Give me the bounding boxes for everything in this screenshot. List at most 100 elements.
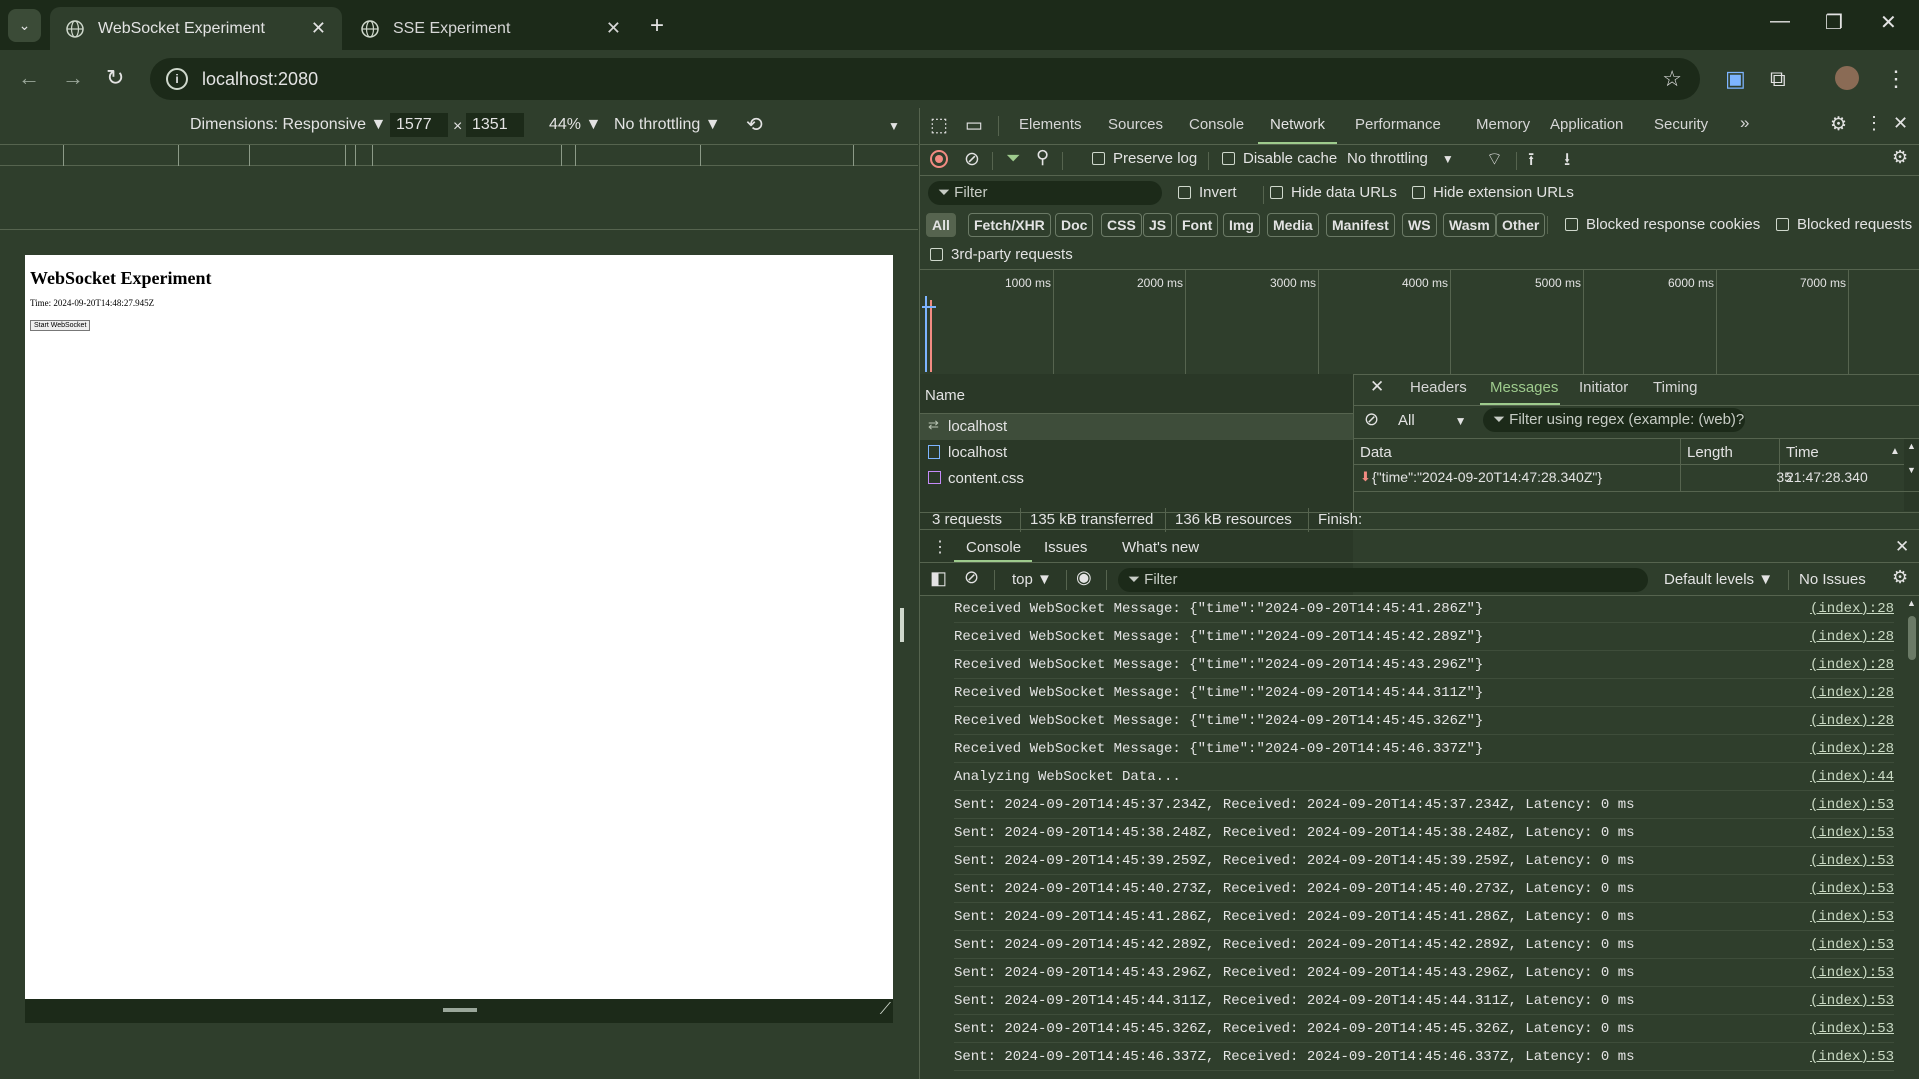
eye-icon[interactable]: ◉: [1076, 567, 1092, 588]
chip-js[interactable]: JS: [1143, 213, 1173, 237]
chip-manifest[interactable]: Manifest: [1326, 213, 1395, 237]
filter-funnel-icon[interactable]: ⏷: [1006, 148, 1020, 169]
console-source-link[interactable]: (index):53: [1810, 1049, 1894, 1065]
chip-doc[interactable]: Doc: [1055, 213, 1094, 237]
clear-icon[interactable]: ⊘: [964, 148, 980, 171]
tab-timing[interactable]: Timing: [1653, 379, 1697, 396]
console-source-link[interactable]: (index):53: [1810, 825, 1894, 841]
chip-media[interactable]: Media: [1267, 213, 1319, 237]
request-row[interactable]: ⇄ localhost: [920, 414, 1353, 440]
console-filter-input[interactable]: ⏷ Filter: [1118, 568, 1648, 592]
close-icon[interactable]: ✕: [311, 18, 326, 39]
restore-icon[interactable]: ❐: [1825, 10, 1843, 35]
upload-icon[interactable]: ⭱: [1528, 147, 1534, 177]
network-throttling-select[interactable]: No throttling ▼: [1347, 150, 1454, 167]
console-source-link[interactable]: (index):53: [1810, 965, 1894, 981]
chip-fetch-xhr[interactable]: Fetch/XHR: [968, 213, 1051, 237]
extensions-puzzle-icon[interactable]: ⧉: [1770, 66, 1786, 92]
hide-extension-urls-checkbox[interactable]: Hide extension URLs: [1412, 184, 1574, 201]
drawer-tab-issues[interactable]: Issues: [1044, 539, 1087, 556]
minimize-icon[interactable]: —: [1770, 10, 1790, 33]
height-input[interactable]: 1351: [466, 113, 524, 137]
tab-initiator[interactable]: Initiator: [1579, 379, 1628, 396]
chip-font[interactable]: Font: [1176, 213, 1219, 237]
tab-sse[interactable]: SSE Experiment ✕: [345, 7, 637, 50]
tab-websocket[interactable]: WebSocket Experiment ✕: [50, 7, 342, 50]
drawer-tab-whats-new[interactable]: What's new: [1122, 539, 1199, 556]
name-column-header[interactable]: Name: [925, 387, 965, 404]
avatar[interactable]: [1835, 66, 1859, 90]
console-source-link[interactable]: (index):53: [1810, 881, 1894, 897]
clear-console-icon[interactable]: ⊘: [964, 567, 979, 588]
tab-security[interactable]: Security: [1654, 116, 1708, 133]
invert-checkbox[interactable]: Invert: [1178, 184, 1237, 201]
console-source-link[interactable]: (index):28: [1810, 629, 1894, 645]
log-levels-select[interactable]: Default levels ▼: [1664, 571, 1773, 588]
drawer-tab-console[interactable]: Console: [966, 539, 1021, 556]
record-icon[interactable]: [930, 150, 948, 168]
drawer-menu-icon[interactable]: ⋮: [932, 537, 948, 557]
chip-wasm[interactable]: Wasm: [1443, 213, 1496, 237]
messages-filter-input[interactable]: ⏷ Filter using regex (example: (web)?: [1483, 408, 1745, 432]
tab-application[interactable]: Application: [1550, 116, 1623, 133]
console-source-link[interactable]: (index):28: [1810, 713, 1894, 729]
sidebar-toggle-icon[interactable]: ◧: [930, 568, 947, 589]
zoom-select[interactable]: 44% ▼: [549, 116, 601, 134]
network-filter-input[interactable]: ⏷ Filter: [928, 181, 1162, 205]
dimensions-select[interactable]: Dimensions: Responsive ▼: [190, 116, 386, 134]
console-scrollbar[interactable]: ▲: [1904, 596, 1919, 1076]
chip-all[interactable]: All: [926, 213, 956, 237]
column-time[interactable]: Time: [1786, 444, 1819, 461]
network-settings-icon[interactable]: ⚙: [1892, 147, 1908, 168]
tab-memory[interactable]: Memory: [1476, 116, 1530, 133]
blocked-cookies-checkbox[interactable]: Blocked response cookies: [1565, 216, 1760, 233]
tab-sources[interactable]: Sources: [1108, 116, 1163, 133]
console-source-link[interactable]: (index):28: [1810, 601, 1894, 617]
address-bar[interactable]: i localhost:2080 ☆: [150, 58, 1700, 100]
message-type-select[interactable]: All ▼: [1398, 412, 1467, 429]
scroll-thumb[interactable]: [1908, 616, 1916, 660]
width-input[interactable]: 1577: [390, 113, 448, 137]
clear-messages-icon[interactable]: ⊘: [1364, 409, 1379, 430]
extension-badge-icon[interactable]: ▣: [1725, 66, 1746, 92]
console-source-link[interactable]: (index):28: [1810, 685, 1894, 701]
context-select[interactable]: top ▼: [1012, 571, 1052, 588]
inspect-element-icon[interactable]: ⬚: [930, 114, 948, 137]
download-icon[interactable]: ⭳: [1564, 147, 1570, 177]
sort-ascending-icon[interactable]: ▲: [1890, 446, 1900, 457]
tab-elements[interactable]: Elements: [1019, 116, 1082, 133]
corner-resize-icon[interactable]: ⟋: [880, 1001, 891, 1019]
tab-messages[interactable]: Messages: [1490, 379, 1558, 396]
scroll-up-icon[interactable]: ▲: [1907, 598, 1916, 608]
devtools-close-icon[interactable]: ✕: [1893, 113, 1908, 134]
console-settings-icon[interactable]: ⚙: [1892, 567, 1908, 588]
issues-counter[interactable]: No Issues: [1799, 571, 1866, 588]
close-icon[interactable]: ✕: [606, 18, 621, 39]
detail-close-icon[interactable]: ✕: [1370, 377, 1384, 397]
console-source-link[interactable]: (index):53: [1810, 937, 1894, 953]
forward-icon[interactable]: →: [62, 65, 84, 91]
site-info-icon[interactable]: i: [166, 68, 188, 90]
tab-network[interactable]: Network: [1257, 116, 1338, 145]
tab-headers[interactable]: Headers: [1410, 379, 1467, 396]
more-options-icon[interactable]: ▼: [888, 119, 900, 133]
drawer-close-icon[interactable]: ✕: [1895, 537, 1909, 557]
console-source-link[interactable]: (index):53: [1810, 797, 1894, 813]
tab-console[interactable]: Console: [1189, 116, 1244, 133]
preserve-log-checkbox[interactable]: Preserve log: [1092, 150, 1197, 167]
rotate-icon[interactable]: ⟲: [746, 112, 763, 137]
more-tabs-icon[interactable]: »: [1740, 113, 1749, 133]
settings-gear-icon[interactable]: ⚙: [1830, 113, 1847, 136]
window-close-icon[interactable]: ✕: [1880, 10, 1897, 35]
side-resize-handle[interactable]: [900, 608, 904, 642]
back-icon[interactable]: ←: [18, 65, 40, 91]
chip-other[interactable]: Other: [1496, 213, 1546, 237]
new-tab-icon[interactable]: +: [650, 12, 664, 40]
throttling-select[interactable]: No throttling ▼: [614, 116, 721, 134]
third-party-checkbox[interactable]: 3rd-party requests: [930, 246, 1073, 263]
message-row[interactable]: ⬇ {"time":"2024-09-20T14:47:28.340Z"} 35…: [1354, 465, 1904, 491]
console-source-link[interactable]: (index):28: [1810, 657, 1894, 673]
wifi-conditions-icon[interactable]: ⌔: [1486, 148, 1503, 171]
tab-performance[interactable]: Performance: [1355, 116, 1441, 133]
chip-css[interactable]: CSS: [1101, 213, 1142, 237]
